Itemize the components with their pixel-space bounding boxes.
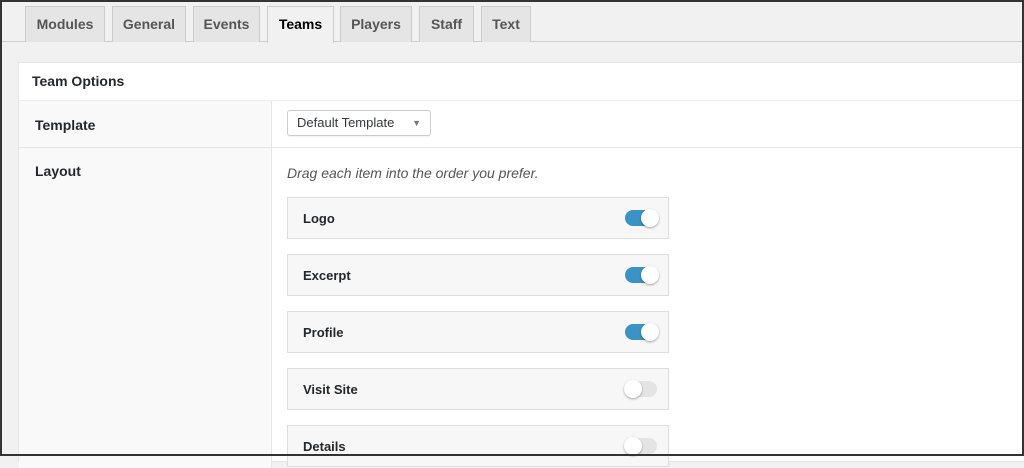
template-row: Template Default Template ▼: [19, 101, 1024, 148]
toggle-knob: [624, 437, 642, 455]
template-label: Template: [35, 117, 96, 133]
layout-item-label: Profile: [303, 325, 344, 340]
tab-staff[interactable]: Staff: [419, 6, 474, 42]
tab-text[interactable]: Text: [481, 6, 531, 42]
layout-item-label: Details: [303, 439, 346, 454]
tab-players[interactable]: Players: [340, 6, 412, 42]
logo-toggle[interactable]: [625, 209, 659, 227]
layout-item-visit-site[interactable]: Visit Site: [287, 368, 669, 410]
layout-item-label: Visit Site: [303, 382, 358, 397]
toggle-knob: [641, 266, 659, 284]
triangle-down-icon: ▼: [412, 118, 421, 128]
team-options-panel: Team Options Template Default Template ▼…: [18, 62, 1024, 468]
toggle-knob: [641, 323, 659, 341]
layout-item-label: Excerpt: [303, 268, 351, 283]
details-toggle[interactable]: [624, 437, 657, 455]
toggle-knob: [624, 380, 642, 398]
tab-teams[interactable]: Teams: [267, 6, 334, 43]
tab-events[interactable]: Events: [193, 6, 260, 42]
profile-toggle[interactable]: [625, 323, 659, 341]
layout-label: Layout: [35, 163, 81, 179]
layout-row: Layout Drag each item into the order you…: [19, 148, 1024, 468]
toggle-knob: [641, 209, 659, 227]
layout-item-details[interactable]: Details: [287, 425, 669, 467]
layout-label-cell: Layout: [19, 148, 272, 468]
visit-site-toggle[interactable]: [624, 380, 657, 398]
layout-item-profile[interactable]: Profile: [287, 311, 669, 353]
tab-general[interactable]: General: [112, 6, 186, 42]
settings-tab-bar: Modules General Events Teams Players Sta…: [0, 0, 1024, 43]
template-select[interactable]: Default Template ▼: [287, 110, 431, 136]
layout-item-excerpt[interactable]: Excerpt: [287, 254, 669, 296]
tab-modules[interactable]: Modules: [25, 6, 105, 42]
excerpt-toggle[interactable]: [625, 266, 659, 284]
panel-title: Team Options: [19, 63, 1024, 101]
layout-hint: Drag each item into the order you prefer…: [287, 165, 539, 181]
template-label-cell: Template: [19, 101, 272, 147]
template-select-value: Default Template: [297, 115, 395, 130]
layout-item-logo[interactable]: Logo: [287, 197, 669, 239]
layout-item-label: Logo: [303, 211, 335, 226]
